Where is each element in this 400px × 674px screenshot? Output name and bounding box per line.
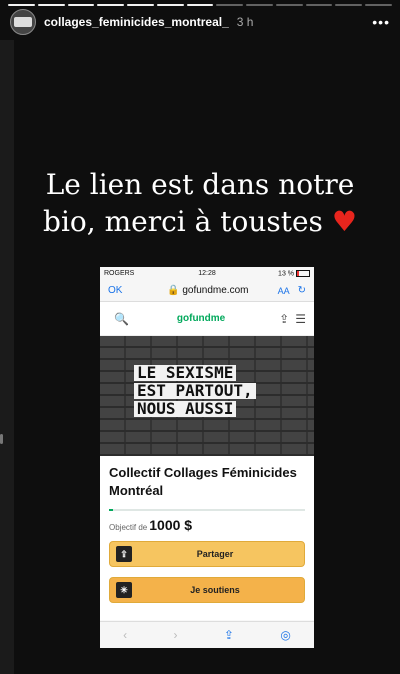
more-options-icon[interactable]: •••	[372, 14, 390, 30]
share-button[interactable]: ⇪ Partager	[109, 541, 305, 567]
forward-icon[interactable]: ›	[174, 628, 178, 642]
embedded-screenshot: ROGERS 12:28 13 % OK 🔒 gofundme.com AA ↻…	[100, 267, 314, 648]
progress-segment	[127, 4, 154, 6]
back-icon[interactable]: ‹	[123, 628, 127, 642]
battery-indicator: 13 %	[241, 269, 311, 278]
heart-icon: ♥	[331, 205, 357, 238]
donate-button[interactable]: ✳ Je soutiens	[109, 577, 305, 603]
share-sheet-icon[interactable]: ⇪	[224, 628, 234, 642]
menu-icon[interactable]: ☰	[295, 312, 306, 326]
sign-line: EST PARTOUT,	[134, 383, 256, 399]
caption-line-2: bio, merci à toustes ♥	[20, 203, 380, 240]
goal-label: Objectif de	[109, 523, 148, 532]
lock-icon: 🔒	[167, 285, 180, 296]
campaign-hero-image: LE SEXISME EST PARTOUT, NOUS AUSSI	[100, 336, 314, 456]
compass-icon[interactable]: ◎	[280, 628, 290, 642]
progress-segment	[216, 4, 244, 6]
progress-segment	[335, 4, 363, 6]
sign-line: NOUS AUSSI	[134, 401, 237, 417]
funding-progress-bar	[109, 509, 305, 511]
story-caption: Le lien est dans notre bio, merci à tous…	[20, 166, 380, 240]
progress-segment	[305, 4, 333, 6]
funding-progress-fill	[109, 509, 113, 511]
share-label: Partager	[196, 549, 234, 559]
avatar-image	[14, 17, 32, 27]
goal-amount: 1000 $	[149, 517, 193, 533]
share-icon: ⇪	[116, 546, 132, 562]
progress-segment	[8, 4, 35, 6]
progress-segment	[246, 4, 273, 6]
browser-url-bar: OK 🔒 gofundme.com AA ↻	[100, 280, 314, 302]
story-header: collages_feminicides_montreal_ 3 h •••	[10, 8, 390, 36]
story-progress	[8, 4, 392, 6]
edge-indicator	[0, 434, 3, 444]
gofundme-logo[interactable]: gofundme	[129, 313, 273, 324]
story-view: collages_feminicides_montreal_ 3 h ••• L…	[0, 0, 400, 674]
goal-info: Objectif de 1000 $	[109, 517, 305, 533]
progress-segment	[156, 4, 184, 6]
post-time: 3 h	[236, 15, 254, 29]
progress-segment	[275, 4, 303, 6]
campaign-title: Collectif Collages Féminicides Montréal	[109, 465, 297, 498]
caption-line-2-text: bio, merci à toustes	[43, 205, 323, 238]
share-icon[interactable]: ⇪	[279, 312, 289, 326]
sign-line: LE SEXISME	[134, 365, 237, 381]
url-text: gofundme.com	[182, 285, 249, 296]
progress-segment	[365, 4, 392, 6]
avatar[interactable]	[10, 9, 36, 35]
sign-text: LE SEXISME EST PARTOUT, NOUS AUSSI	[134, 364, 288, 418]
battery-icon	[296, 269, 311, 277]
caption-line-1: Le lien est dans notre	[45, 168, 355, 201]
donate-label: Je soutiens	[190, 585, 240, 595]
progress-segment	[37, 4, 65, 6]
progress-segment	[186, 4, 214, 6]
site-header: 🔍 gofundme ⇪ ☰	[100, 302, 314, 336]
browser-toolbar: ‹ › ⇪ ◎	[100, 621, 314, 648]
text-size-button[interactable]: AA	[278, 286, 290, 296]
gofundme-icon: ✳	[116, 582, 132, 598]
clock-label: 12:28	[198, 270, 216, 277]
carrier-label: ROGERS	[104, 270, 135, 277]
url-display[interactable]: 🔒 gofundme.com	[138, 285, 278, 296]
campaign-content: Collectif Collages Féminicides Montréal …	[100, 456, 314, 620]
adjacent-story-edge[interactable]	[0, 40, 14, 674]
search-icon[interactable]: 🔍	[114, 312, 129, 326]
username[interactable]: collages_feminicides_montreal_	[44, 15, 229, 29]
battery-label: 13 %	[278, 270, 295, 278]
ok-button[interactable]: OK	[108, 285, 138, 296]
reload-icon[interactable]: ↻	[298, 285, 306, 296]
phone-status-bar: ROGERS 12:28 13 %	[100, 267, 314, 280]
progress-segment	[97, 4, 125, 6]
progress-segment	[67, 4, 95, 6]
